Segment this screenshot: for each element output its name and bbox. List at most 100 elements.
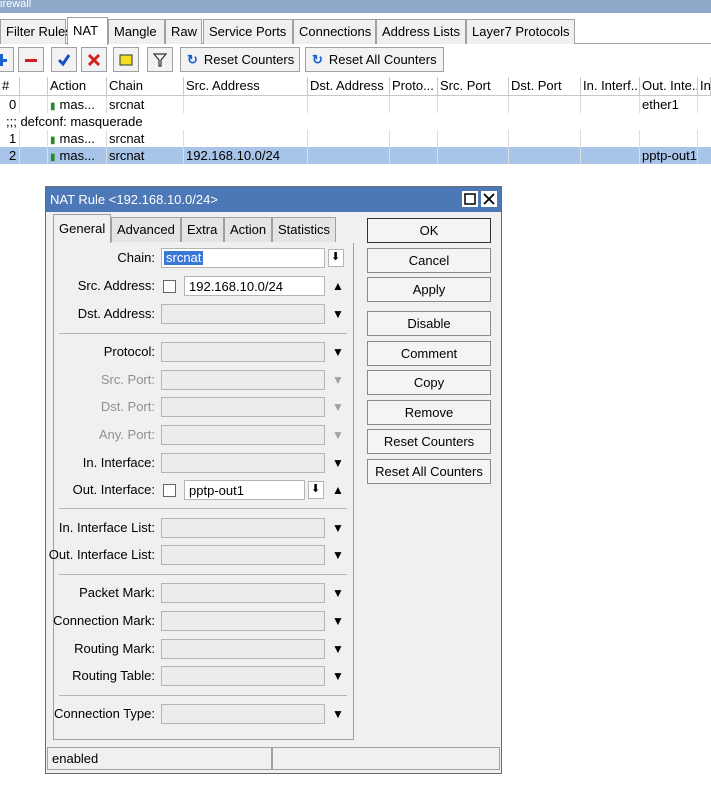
close-button[interactable]	[481, 191, 497, 207]
row-num: 2	[0, 147, 20, 164]
reset-counters-button[interactable]: Reset Counters	[367, 429, 491, 454]
tab-layer7-protocols[interactable]: Layer7 Protocols	[466, 19, 575, 44]
col-header-action[interactable]: Action	[48, 77, 107, 96]
expand-down-icon[interactable]: ▼	[331, 456, 345, 470]
tab-nat[interactable]: NAT	[67, 17, 108, 45]
in-interface-list-input[interactable]	[161, 518, 325, 538]
row-dstport	[509, 130, 581, 147]
out-interface-dropdown-button[interactable]: ⬇	[308, 481, 324, 499]
row-num: 0	[0, 96, 20, 113]
col-header-blank[interactable]	[20, 77, 48, 96]
table-row-selected[interactable]: 2 ▮ mas... srcnat 192.168.10.0/24 pptp-ou…	[0, 147, 711, 164]
in-interface-input[interactable]	[161, 453, 325, 473]
table-row[interactable]: 1 ▮ mas... srcnat	[0, 130, 711, 147]
src-address-invert-checkbox[interactable]	[163, 280, 176, 293]
expand-down-icon[interactable]: ▼	[331, 642, 345, 656]
col-header-num[interactable]: #	[0, 77, 20, 96]
col-header-dst-address[interactable]: Dst. Address	[308, 77, 390, 96]
comment-button[interactable]: Comment	[367, 341, 491, 366]
any-port-input[interactable]	[161, 425, 325, 445]
tab-statistics[interactable]: Statistics	[272, 217, 336, 242]
tab-service-ports[interactable]: Service Ports	[203, 19, 293, 44]
tab-mangle[interactable]: Mangle	[108, 19, 165, 44]
expand-down-icon[interactable]: ▼	[331, 548, 345, 562]
tab-general[interactable]: General	[53, 214, 111, 243]
remove-button[interactable]: Remove	[367, 400, 491, 425]
out-interface-list-input[interactable]	[161, 545, 325, 565]
col-header-out-interface[interactable]: Out. Inte...	[640, 77, 698, 96]
col-header-src-port[interactable]: Src. Port	[438, 77, 509, 96]
col-header-chain[interactable]: Chain	[107, 77, 184, 96]
row-proto	[390, 130, 438, 147]
chain-label: Chain:	[117, 250, 155, 265]
copy-button[interactable]: Copy	[367, 370, 491, 395]
expand-down-icon[interactable]: ▼	[331, 400, 345, 414]
chain-value: srcnat	[164, 250, 204, 265]
add-button[interactable]	[0, 47, 14, 72]
col-header-dst-port[interactable]: Dst. Port	[509, 77, 581, 96]
collapse-up-icon[interactable]: ▲	[331, 483, 345, 497]
connection-type-input[interactable]	[161, 704, 325, 724]
reset-icon: ↻	[187, 51, 198, 67]
tab-extra[interactable]: Extra	[181, 217, 224, 242]
chain-select[interactable]: srcnat	[161, 248, 325, 268]
table-row-comment[interactable]: ;;; defconf: masquerade	[0, 113, 711, 130]
disable-button[interactable]: Disable	[367, 311, 491, 336]
disable-button[interactable]	[81, 47, 107, 72]
col-header-src-address[interactable]: Src. Address	[184, 77, 308, 96]
routing-mark-input[interactable]	[161, 639, 325, 659]
col-header-protocol[interactable]: Proto...	[390, 77, 438, 96]
row-num: 1	[0, 130, 20, 147]
row-action: ▮ mas...	[48, 130, 107, 147]
out-interface-invert-checkbox[interactable]	[163, 484, 176, 497]
separator	[59, 695, 347, 696]
packet-mark-input[interactable]	[161, 583, 325, 603]
src-address-input[interactable]: 192.168.10.0/24	[184, 276, 325, 296]
col-header-in[interactable]: In	[698, 77, 711, 96]
chevron-down-icon: ⬇	[311, 483, 321, 495]
reset-counters-button[interactable]: ↻ Reset Counters	[180, 47, 300, 72]
expand-down-icon[interactable]: ▼	[331, 428, 345, 442]
protocol-input[interactable]	[161, 342, 325, 362]
packet-mark-label: Packet Mark:	[79, 585, 155, 600]
expand-down-icon[interactable]: ▼	[331, 345, 345, 359]
enable-button[interactable]	[51, 47, 77, 72]
expand-down-icon[interactable]: ▼	[331, 669, 345, 683]
row-out	[640, 130, 698, 147]
filter-button[interactable]	[147, 47, 173, 72]
expand-down-icon[interactable]: ▼	[331, 614, 345, 628]
expand-down-icon[interactable]: ▼	[331, 586, 345, 600]
apply-button[interactable]: Apply	[367, 277, 491, 302]
reset-all-icon: ↻	[312, 51, 323, 67]
src-address-label: Src. Address:	[77, 278, 155, 293]
collapse-up-icon[interactable]: ▲	[331, 279, 345, 293]
row-blank	[20, 147, 48, 164]
src-port-input[interactable]	[161, 370, 325, 390]
dst-port-input[interactable]	[161, 397, 325, 417]
reset-all-counters-button[interactable]: Reset All Counters	[367, 459, 491, 484]
ok-button[interactable]: OK	[367, 218, 491, 243]
dialog-title: NAT Rule <192.168.10.0/24>	[46, 187, 501, 212]
dst-address-input[interactable]	[161, 304, 325, 324]
remove-button[interactable]	[18, 47, 44, 72]
table-row[interactable]: 0 ▮ mas... srcnat ether1	[0, 96, 711, 113]
tab-filter-rules[interactable]: Filter Rules	[0, 19, 72, 44]
cancel-button[interactable]: Cancel	[367, 248, 491, 273]
tab-advanced[interactable]: Advanced	[111, 217, 181, 242]
reset-all-counters-button[interactable]: ↻ Reset All Counters	[305, 47, 444, 72]
tab-connections[interactable]: Connections	[293, 19, 376, 44]
tab-raw[interactable]: Raw	[165, 19, 202, 44]
expand-down-icon[interactable]: ▼	[331, 373, 345, 387]
connection-mark-input[interactable]	[161, 611, 325, 631]
expand-down-icon[interactable]: ▼	[331, 707, 345, 721]
comment-button[interactable]	[113, 47, 139, 72]
expand-down-icon[interactable]: ▼	[331, 521, 345, 535]
routing-table-input[interactable]	[161, 666, 325, 686]
out-interface-select[interactable]: pptp-out1	[184, 480, 305, 500]
col-header-in-interface[interactable]: In. Interf...	[581, 77, 640, 96]
tab-address-lists[interactable]: Address Lists	[376, 19, 466, 44]
maximize-button[interactable]	[462, 191, 478, 207]
tab-action[interactable]: Action	[224, 217, 272, 242]
expand-down-icon[interactable]: ▼	[331, 307, 345, 321]
chain-dropdown-button[interactable]: ⬇	[328, 249, 344, 267]
